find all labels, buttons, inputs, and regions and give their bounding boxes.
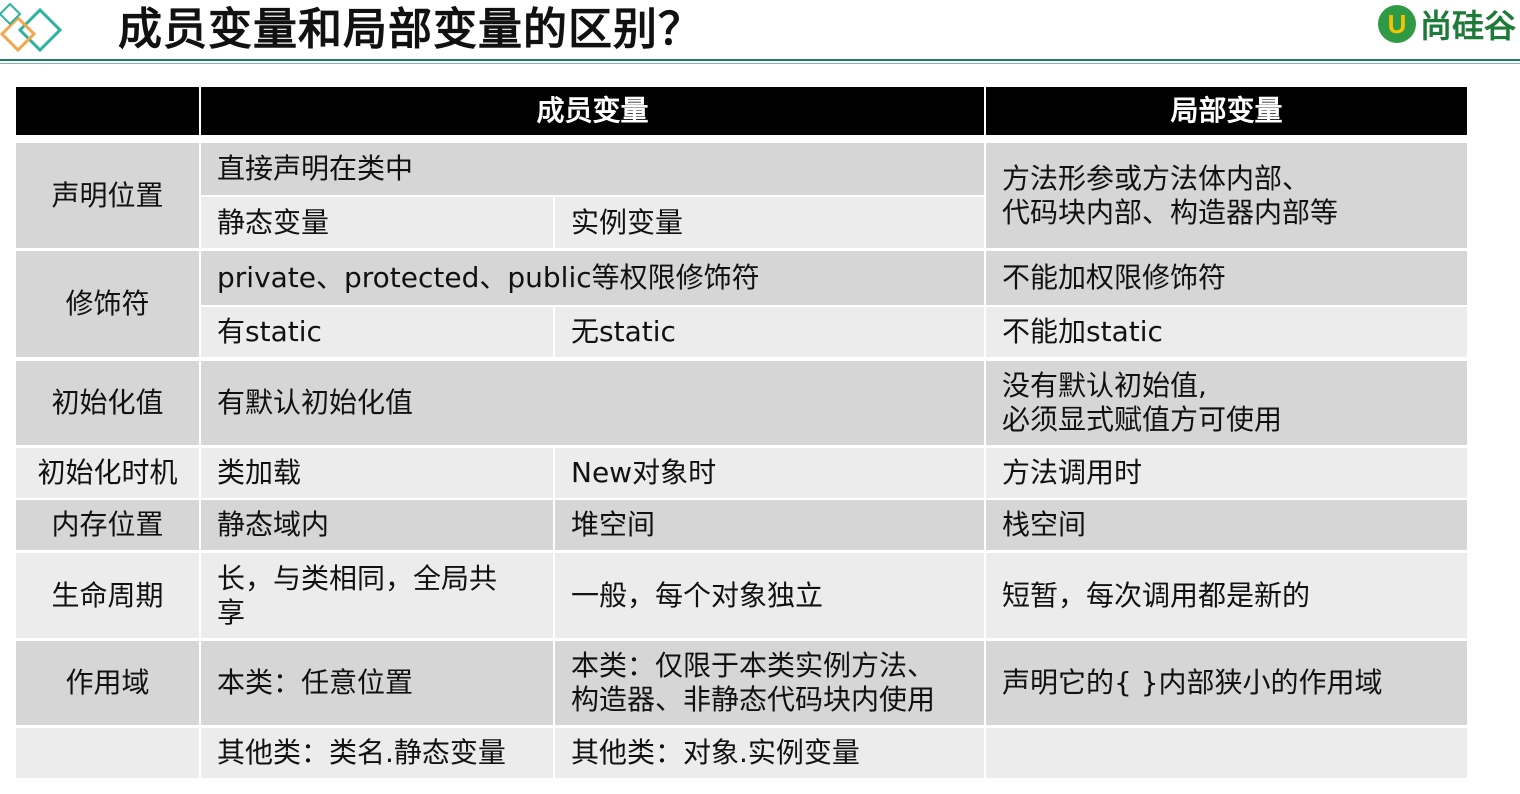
row-label-declaration: 声明位置 [16,143,199,248]
cell-local-scope-other [986,728,1467,778]
row-label-modifier: 修饰符 [16,251,199,357]
cell-local-scope: 声明它的{ }内部狭小的作用域 [986,641,1467,725]
cell-local-lifecycle: 短暂，每次调用都是新的 [986,553,1467,638]
row-label-scope: 作用域 [16,641,199,725]
row-label-scope-other [16,728,199,778]
table-header-corner [16,87,199,135]
cell-local-memory: 栈空间 [986,500,1467,550]
cell-local-declaration: 方法形参或方法体内部、 代码块内部、构造器内部等 [986,143,1467,248]
cell-static-scope: 本类：任意位置 [201,641,553,725]
cell-static-modifier: 有static [201,307,553,357]
cell-instance-scope-other: 其他类：对象.实例变量 [555,728,984,778]
row-label-init-value: 初始化值 [16,361,199,445]
page-title: 成员变量和局部变量的区别？ [118,4,703,55]
cell-instance-init-timing: New对象时 [555,448,984,498]
cell-static-lifecycle: 长，与类相同，全局共 享 [201,553,553,638]
row-label-lifecycle: 生命周期 [16,553,199,638]
brand-logo: U 尚硅谷 [1378,4,1517,45]
cell-local-init-value: 没有默认初始值, 必须显式赋值方可使用 [986,361,1467,445]
cell-local-static-modifier: 不能加static [986,307,1467,357]
cell-member-init-value: 有默认初始化值 [201,361,984,445]
table-header-local: 局部变量 [986,87,1467,135]
cell-instance-modifier: 无static [555,307,984,357]
cell-instance-lifecycle: 一般，每个对象独立 [555,553,984,638]
title-divider [0,59,1520,61]
cell-static-scope-other: 其他类：类名.静态变量 [201,728,553,778]
table-header-member: 成员变量 [201,87,984,135]
cell-static-memory: 静态域内 [201,500,553,550]
cell-member-declaration: 直接声明在类中 [201,143,984,195]
brand-name: 尚硅谷 [1420,7,1517,45]
cell-instance-scope: 本类：仅限于本类实例方法、 构造器、非静态代码块内使用 [555,641,984,725]
cell-instance-declaration: 实例变量 [555,197,984,248]
diamond-logo-icon [0,2,63,53]
cell-member-modifier: private、protected、public等权限修饰符 [201,251,984,305]
cell-local-modifier: 不能加权限修饰符 [986,251,1467,305]
title-divider-thin [0,63,1520,64]
brand-mark-icon: U [1378,5,1416,43]
cell-instance-memory: 堆空间 [555,500,984,550]
row-label-memory: 内存位置 [16,500,199,550]
cell-static-declaration: 静态变量 [201,197,553,248]
row-label-init-timing: 初始化时机 [16,448,199,498]
cell-local-init-timing: 方法调用时 [986,448,1467,498]
cell-static-init-timing: 类加载 [201,448,553,498]
